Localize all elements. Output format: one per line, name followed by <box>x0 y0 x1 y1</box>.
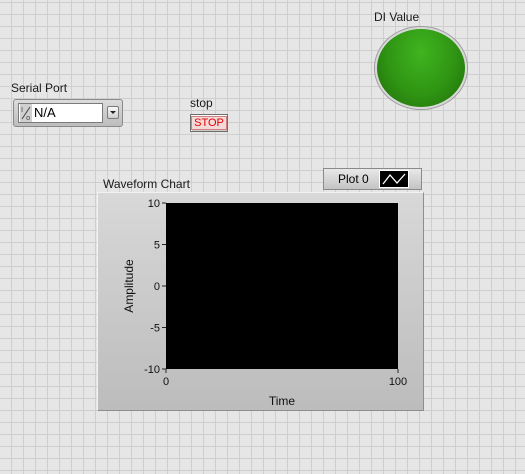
svg-text:o: o <box>26 114 30 122</box>
legend-line-icon[interactable] <box>379 170 409 188</box>
di-value-label: DI Value <box>374 10 420 24</box>
svg-text:I: I <box>21 106 23 114</box>
legend-plot-name: Plot 0 <box>338 172 369 186</box>
x-tick-label[interactable]: 100 <box>389 376 407 388</box>
io-resource-icon: I o <box>20 104 32 122</box>
y-tick-label[interactable]: 10 <box>148 198 160 210</box>
stop-button[interactable]: STOP <box>190 114 228 132</box>
y-axis-label: Amplitude <box>122 259 136 313</box>
plot-area[interactable] <box>166 203 398 369</box>
y-tick-label[interactable]: 5 <box>154 240 160 252</box>
stop-button-text: STOP <box>191 116 227 130</box>
stop-label: stop <box>190 96 213 110</box>
x-tick-label[interactable]: 0 <box>163 376 169 388</box>
y-tick-label[interactable]: -10 <box>144 364 160 376</box>
x-axis-label: Time <box>269 394 296 408</box>
di-value-led[interactable] <box>375 27 467 109</box>
chart-label: Waveform Chart <box>103 177 190 191</box>
serial-port-value: N/A <box>34 105 56 120</box>
chevron-down-icon <box>110 111 116 114</box>
serial-port-dropdown-button[interactable] <box>107 106 119 119</box>
waveform-chart: 10 5 0 -5 -10 0 100 Time Amplitude <box>122 198 407 408</box>
serial-port-label: Serial Port <box>11 81 68 95</box>
y-tick-label[interactable]: -5 <box>150 323 160 335</box>
y-tick-label[interactable]: 0 <box>154 281 160 293</box>
